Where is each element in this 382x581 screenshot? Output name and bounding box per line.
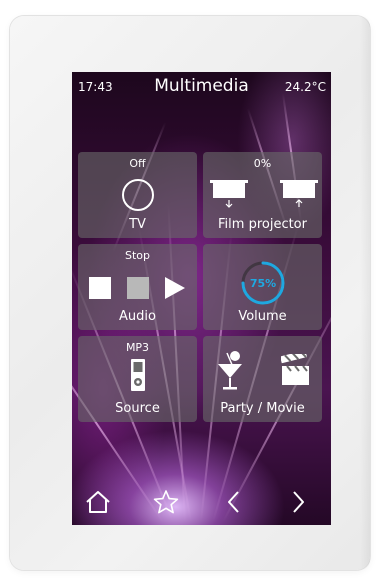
party-movie-label: Party / Movie bbox=[220, 401, 305, 416]
tile-volume[interactable]: 75% Volume bbox=[203, 244, 322, 330]
volume-dial[interactable]: 75% bbox=[238, 258, 288, 308]
clapperboard-icon[interactable] bbox=[281, 354, 311, 386]
mp3-player-icon bbox=[131, 359, 145, 391]
stop-icon[interactable] bbox=[89, 277, 111, 299]
favorite-star-icon bbox=[153, 490, 179, 514]
source-state: MP3 bbox=[125, 341, 150, 354]
tv-label: TV bbox=[129, 217, 146, 232]
source-label: Source bbox=[115, 401, 160, 416]
favorites-button[interactable] bbox=[146, 484, 186, 520]
previous-icon bbox=[228, 491, 239, 513]
tile-party-movie[interactable]: Party / Movie bbox=[203, 336, 322, 422]
home-button[interactable] bbox=[78, 484, 118, 520]
projector-position: 0% bbox=[253, 157, 272, 170]
status-bar: 17:43 Multimedia 24.2°C bbox=[72, 72, 331, 100]
play-icon[interactable] bbox=[165, 277, 185, 299]
projector-label: Film projector bbox=[218, 217, 307, 232]
audio-label: Audio bbox=[119, 309, 156, 324]
tile-tv[interactable]: Off TV bbox=[78, 152, 197, 238]
home-icon bbox=[86, 491, 110, 513]
bottom-navigation bbox=[72, 478, 331, 525]
audio-state: Stop bbox=[124, 249, 150, 262]
circle-power-icon bbox=[122, 179, 154, 211]
tile-source[interactable]: MP3 Source bbox=[78, 336, 197, 422]
temperature-readout: 24.2°C bbox=[284, 80, 326, 94]
tile-film-projector[interactable]: 0% Film projector bbox=[203, 152, 322, 238]
screen-up-icon[interactable] bbox=[279, 179, 319, 209]
next-icon bbox=[293, 491, 304, 513]
volume-value: 75% bbox=[250, 277, 276, 290]
touch-display: 17:43 Multimedia 24.2°C Off TV 0% Film p… bbox=[72, 72, 331, 525]
tv-state: Off bbox=[129, 157, 146, 170]
pause-icon[interactable] bbox=[127, 277, 149, 299]
previous-button[interactable] bbox=[214, 484, 254, 520]
tile-audio[interactable]: Stop Audio bbox=[78, 244, 197, 330]
volume-label: Volume bbox=[238, 309, 287, 324]
next-button[interactable] bbox=[278, 484, 318, 520]
screen-down-icon[interactable] bbox=[209, 179, 249, 209]
cocktail-icon[interactable] bbox=[215, 350, 245, 392]
